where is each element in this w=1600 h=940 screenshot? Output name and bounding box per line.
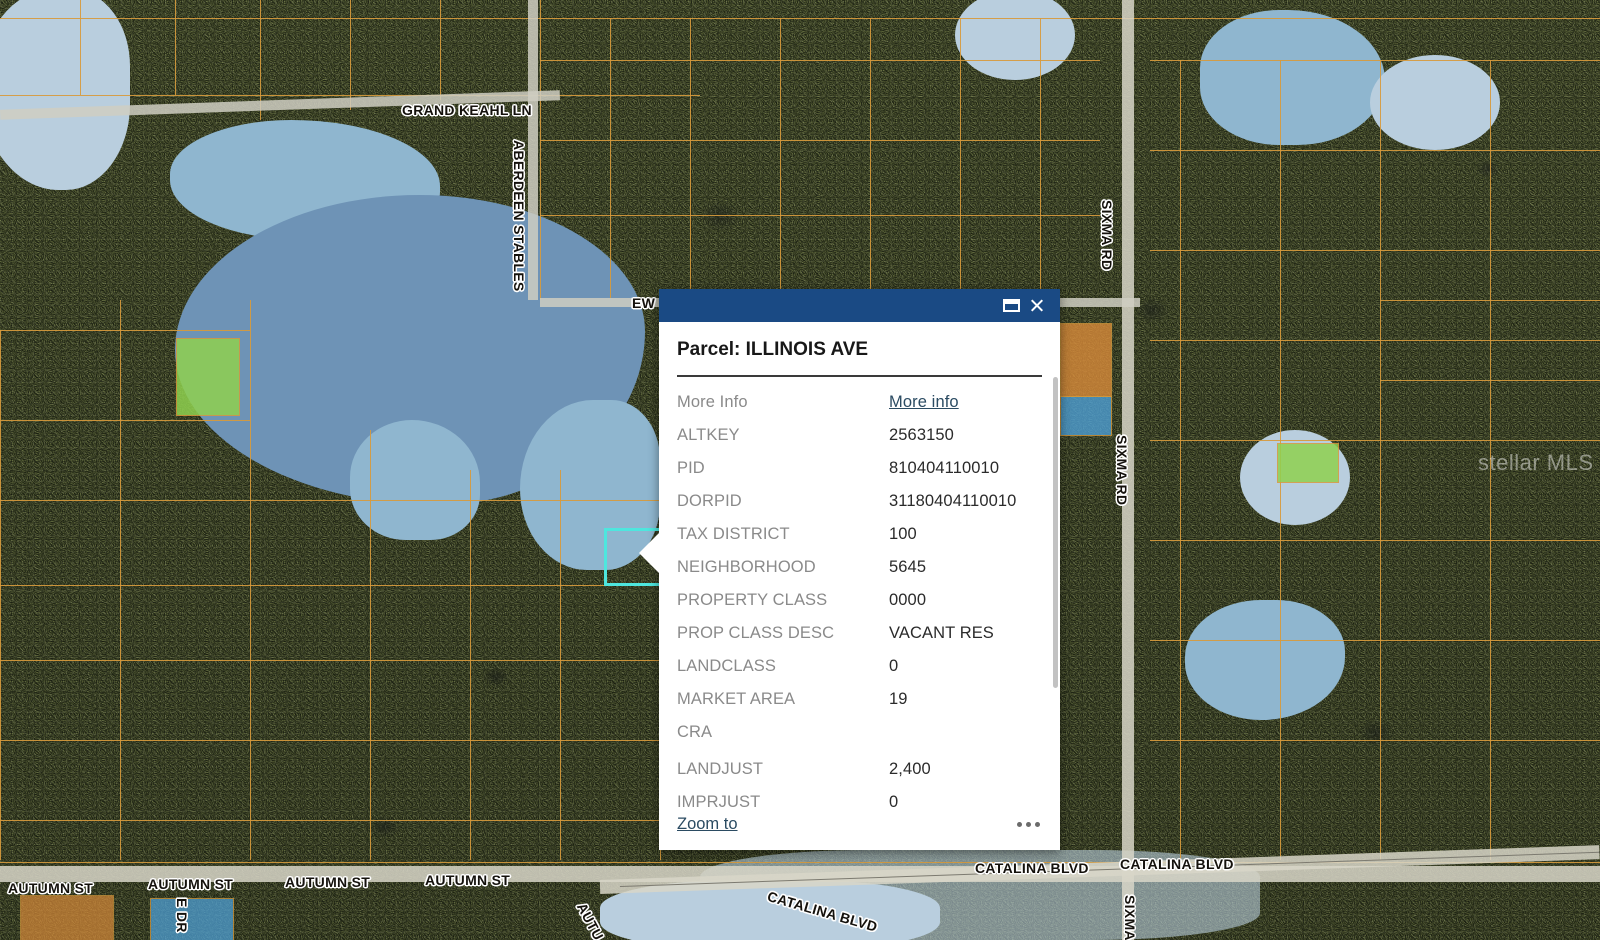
highlighted-parcel-green[interactable] [176,338,240,416]
attribute-value: 810404110010 [889,459,999,478]
attribute-label: CRA [677,723,889,742]
attribute-label: DORPID [677,492,889,511]
attribute-value: VACANT RES [889,624,994,643]
attribute-label: TAX DISTRICT [677,525,889,544]
attribute-value: 19 [889,690,908,709]
popup-footer: Zoom to [659,809,1060,850]
highlighted-parcel-green[interactable] [1277,443,1339,483]
road-aberdeen-stables [528,0,538,300]
road-sixma-rd [1122,0,1134,940]
highlighted-parcel-blue[interactable] [150,898,234,940]
more-info-link[interactable]: More info [889,393,959,412]
attribute-list[interactable]: More Info More info ALTKEY 2563150 PID 8… [659,377,1060,809]
attribute-value: 0 [889,793,898,809]
close-icon[interactable] [1024,293,1050,319]
attribute-value: 31180404110010 [889,492,1016,511]
attribute-row-tax-district: TAX DISTRICT 100 [677,525,1042,544]
attribute-row-altkey: ALTKEY 2563150 [677,426,1042,445]
popup-header [659,289,1060,322]
attribute-value: 2563150 [889,426,954,445]
popup-title: Parcel: ILLINOIS AVE [659,322,1060,375]
attribute-value: 5645 [889,558,926,577]
ellipsis-icon[interactable] [1015,816,1042,833]
attribute-label: LANDCLASS [677,657,889,676]
attribute-value: 100 [889,525,917,544]
attribute-row-neighborhood: NEIGHBORHOOD 5645 [677,558,1042,577]
attribute-row-landclass: LANDCLASS 0 [677,657,1042,676]
attribute-label: MARKET AREA [677,690,889,709]
highlighted-parcel-orange[interactable] [1060,323,1112,397]
attribute-label: LANDJUST [677,760,889,779]
attribute-row-prop-class-desc: PROP CLASS DESC VACANT RES [677,624,1042,643]
zoom-to-link[interactable]: Zoom to [677,815,738,834]
attribute-label: PROP CLASS DESC [677,624,889,643]
attribute-label: ALTKEY [677,426,889,445]
attribute-row-landjust: LANDJUST 2,400 [677,760,1042,779]
parcel-info-popup[interactable]: Parcel: ILLINOIS AVE More Info More info… [659,289,1060,850]
dock-window-icon[interactable] [998,293,1024,319]
attribute-value: 0000 [889,591,926,610]
highlighted-parcel-orange[interactable] [20,895,114,940]
attribute-label: PROPERTY CLASS [677,591,889,610]
attribute-label: IMPRJUST [677,793,889,809]
attribute-value: 2,400 [889,760,931,779]
attribute-row-pid: PID 810404110010 [677,459,1042,478]
popup-scrollbar[interactable] [1053,377,1058,809]
attribute-row-property-class: PROPERTY CLASS 0000 [677,591,1042,610]
attribute-label: NEIGHBORHOOD [677,558,889,577]
scrollbar-thumb[interactable] [1053,377,1058,688]
attribute-value: 0 [889,657,898,676]
attribute-row-more-info: More Info More info [677,393,1042,412]
attribute-label: More Info [677,393,889,412]
popup-pointer-tail [639,532,660,574]
attribute-row-dorpid: DORPID 31180404110010 [677,492,1042,511]
attribute-row-cra: CRA [677,723,1042,742]
highlighted-parcel-blue[interactable] [1060,396,1112,436]
attribute-label: PID [677,459,889,478]
attribute-row-market-area: MARKET AREA 19 [677,690,1042,709]
attribute-row-imprjust: IMPRJUST 0 [677,793,1042,809]
popup-body: Parcel: ILLINOIS AVE More Info More info… [659,322,1060,850]
